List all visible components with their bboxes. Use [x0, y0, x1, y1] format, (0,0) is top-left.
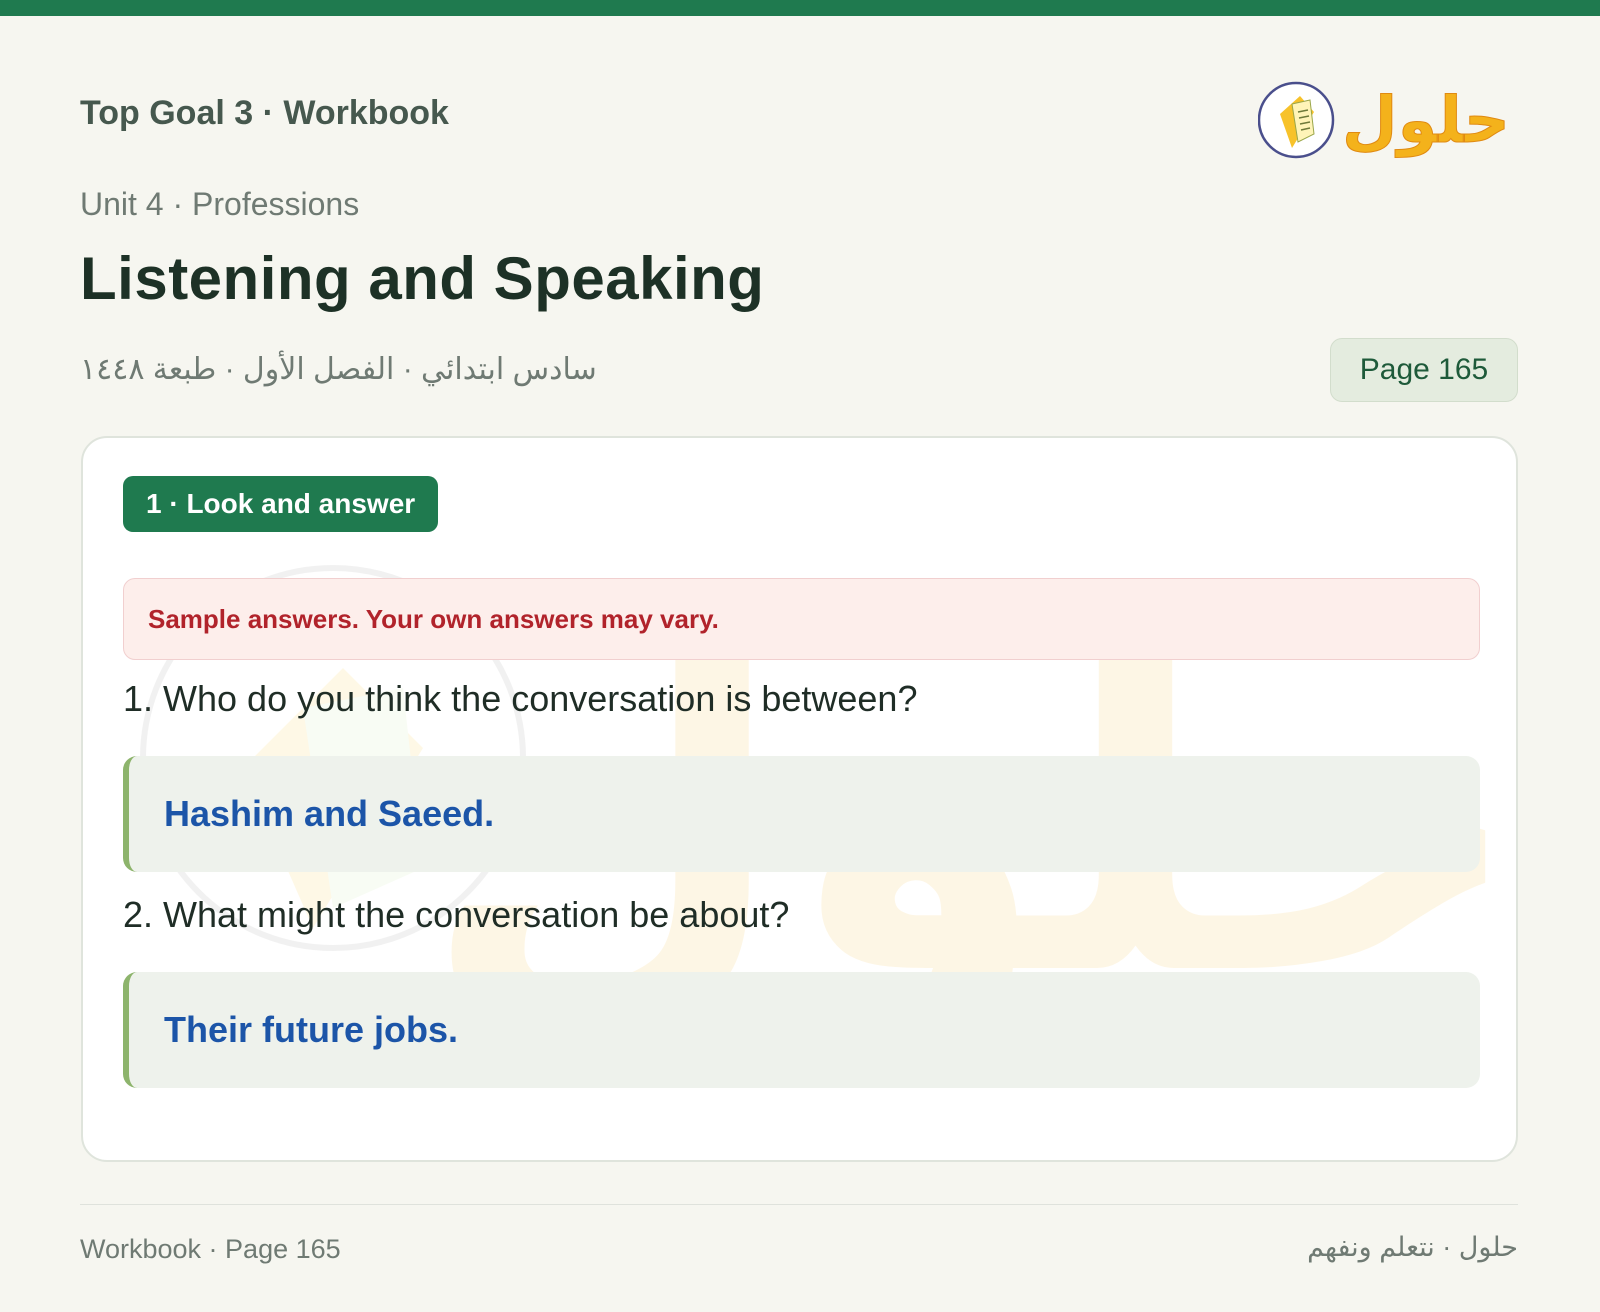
unit-line: Unit 4 · Professions	[80, 186, 360, 222]
top-accent-bar	[0, 0, 1600, 16]
section-label: 1 · Look and answer	[123, 476, 439, 532]
question-1: 1. Who do you think the conversation is …	[123, 678, 918, 719]
svg-text:حلول: حلول	[1342, 84, 1508, 158]
sample-answers-note: Sample answers. Your own answers may var…	[123, 578, 1480, 660]
footer-page-reference: Workbook · Page 165	[80, 1234, 341, 1264]
page-title: Listening and Speaking	[80, 245, 765, 312]
arabic-meta-line: سادس ابتدائي · الفصل الأول · طبعة ١٤٤٨	[80, 353, 597, 386]
question-2: 2. What might the conversation be about?	[123, 894, 790, 935]
book-title: Top Goal 3 · Workbook	[80, 94, 449, 132]
logo: حلول	[1257, 62, 1510, 172]
footer-tagline: حلول · نتعلم ونفهم	[1307, 1232, 1518, 1262]
hulul-logo-icon: حلول	[1257, 81, 1510, 159]
answer-1: Hashim and Saeed.	[123, 756, 1480, 872]
exercise-card: حلول 1 · Look and answer Sample answers.…	[81, 436, 1518, 1162]
page-badge: Page 165	[1330, 338, 1518, 402]
answer-2: Their future jobs.	[123, 972, 1480, 1088]
footer-divider	[80, 1204, 1518, 1205]
